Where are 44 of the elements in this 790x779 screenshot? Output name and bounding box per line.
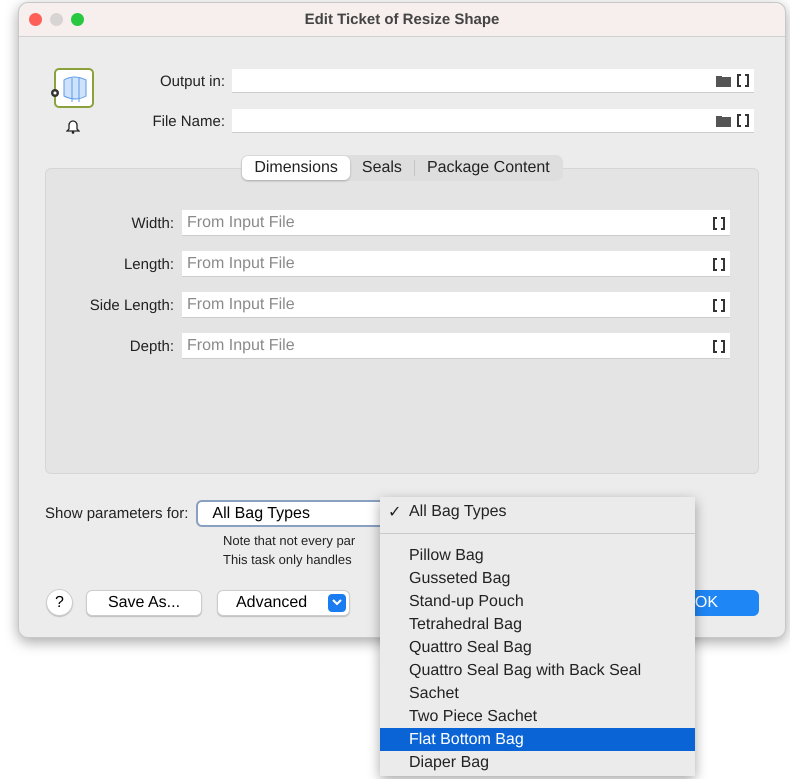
bell-icon[interactable] <box>66 118 80 134</box>
field-label: Length: <box>122 256 174 272</box>
chevron-down-icon <box>328 594 346 612</box>
field-label: Side Length: <box>88 296 174 314</box>
save-as-button[interactable]: Save As... <box>86 590 202 616</box>
brackets-icon[interactable] <box>713 258 725 271</box>
help-button[interactable]: ? <box>46 589 73 616</box>
note-text: Note that not every par <box>223 532 356 550</box>
shape-tool-icon[interactable] <box>50 68 96 110</box>
note-text: This task only handles <box>223 551 352 569</box>
brackets-icon[interactable] <box>713 340 725 353</box>
checkmark-icon: ✓ <box>388 502 401 522</box>
brackets-icon[interactable] <box>737 114 749 127</box>
advanced-button[interactable]: Advanced <box>217 590 350 616</box>
menu-item[interactable]: Sachet <box>380 682 695 705</box>
close-button[interactable] <box>29 13 42 26</box>
field-label: Width: <box>130 214 174 232</box>
field-label: Output in: <box>158 72 225 90</box>
menu-item[interactable]: Quattro Seal Bag with Back Seal <box>380 659 695 682</box>
input-field[interactable]: From Input File <box>182 292 730 318</box>
window-title: Edit Ticket of Resize Shape <box>304 11 500 28</box>
tab[interactable]: Seals <box>350 156 414 180</box>
brackets-icon[interactable] <box>713 299 725 312</box>
menu-item[interactable]: Two Piece Sachet <box>380 705 695 728</box>
path-field[interactable] <box>232 109 754 133</box>
tab[interactable]: Package Content <box>414 156 562 180</box>
menu-item[interactable]: Diaper Bag <box>380 751 695 774</box>
input-field[interactable]: From Input File <box>182 210 730 236</box>
brackets-icon[interactable] <box>737 74 749 87</box>
menu-item[interactable]: Gusseted Bag <box>380 567 695 590</box>
menu-item[interactable]: Pillow Bag <box>380 544 695 567</box>
brackets-icon[interactable] <box>713 217 725 230</box>
field-label: Show parameters for: <box>45 505 188 522</box>
field-label: Depth: <box>128 338 174 354</box>
folder-icon[interactable] <box>716 114 731 126</box>
folder-icon[interactable] <box>716 74 731 86</box>
tab[interactable]: Dimensions <box>242 156 350 180</box>
path-field[interactable] <box>232 69 754 93</box>
menu-item[interactable]: Flat Bottom Bag <box>380 728 695 751</box>
field-label: File Name: <box>152 112 225 130</box>
input-field[interactable]: From Input File <box>182 251 730 277</box>
input-field[interactable]: From Input File <box>182 333 730 359</box>
menu-item[interactable]: Tetrahedral Bag <box>380 613 695 636</box>
menu-item[interactable]: Quattro Seal Bag <box>380 636 695 659</box>
